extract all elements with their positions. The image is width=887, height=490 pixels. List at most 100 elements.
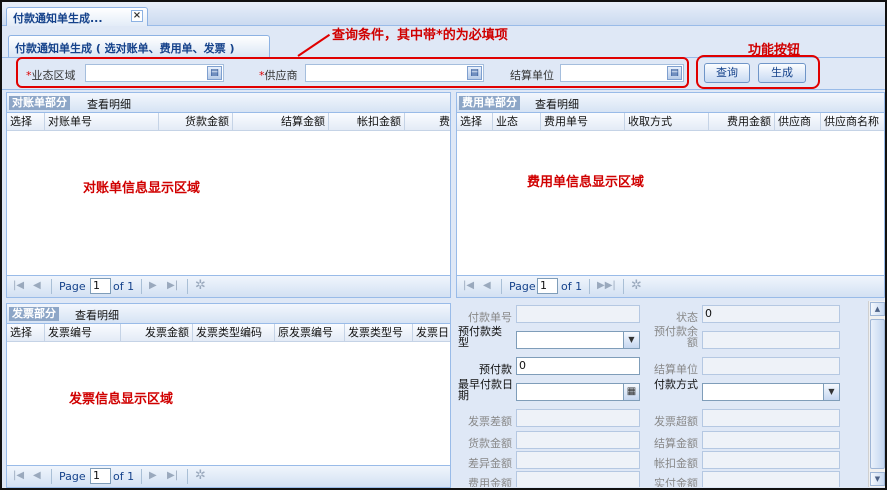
- invoice-area-label: 发票信息显示区域: [69, 392, 174, 407]
- goods-amount-label: 货款金额: [468, 437, 512, 450]
- actual-amount-field[interactable]: [702, 471, 840, 487]
- prepay-balance-label: 预付款余额: [654, 325, 698, 349]
- column-header[interactable]: 供应商名称: [821, 113, 884, 131]
- statement-panel: 对账单部分 查看明细 选择 对账单号 货款金额 结算金额 帐扣金额 费 对账单信…: [6, 92, 451, 298]
- page-number-input[interactable]: 1: [537, 278, 558, 294]
- invoice-toolbar: 发票部分 查看明细: [7, 304, 450, 324]
- prev-page-icon[interactable]: ◀: [33, 280, 41, 291]
- scroll-thumb[interactable]: [870, 319, 885, 469]
- column-header[interactable]: 结算金额: [233, 113, 329, 131]
- settle-amount-label: 结算金额: [654, 437, 698, 450]
- column-header[interactable]: 业态: [493, 113, 541, 131]
- settle-unit-label: 结算单位: [654, 363, 698, 376]
- expense-detail-link[interactable]: 查看明细: [535, 96, 579, 112]
- close-icon[interactable]: ×: [131, 10, 143, 22]
- expense-grid-header: 选择 业态 费用单号 收取方式 费用金额 供应商 供应商名称: [457, 113, 884, 131]
- deduct-amount-label: 帐扣金额: [654, 457, 698, 470]
- page-total: of 1: [561, 280, 583, 293]
- refresh-icon[interactable]: ✲: [195, 278, 206, 293]
- expense-amount-field[interactable]: [516, 471, 640, 487]
- next-page-icon[interactable]: ▶: [149, 470, 157, 481]
- payment-no-field[interactable]: [516, 305, 640, 323]
- first-page-icon[interactable]: |◀: [463, 280, 474, 291]
- statement-pager: |◀ ◀ Page 1 of 1 ▶ ▶| ✲: [7, 275, 450, 297]
- prev-page-icon[interactable]: ◀: [483, 280, 491, 291]
- column-header[interactable]: 供应商: [775, 113, 821, 131]
- prev-page-icon[interactable]: ◀: [33, 470, 41, 481]
- page-number-input[interactable]: 1: [90, 468, 111, 484]
- chevron-down-icon[interactable]: ▼: [823, 384, 839, 400]
- payment-no-label: 付款单号: [468, 311, 512, 324]
- earliest-date-label: 最早付款日期: [458, 378, 513, 402]
- last-page-icon[interactable]: ▶|: [167, 280, 178, 291]
- query-panel-tab[interactable]: 付款通知单生成 ( 选对账单、费用单、发票 ): [8, 35, 270, 57]
- scroll-down-icon[interactable]: ▼: [870, 472, 885, 486]
- diff-amount-field[interactable]: [516, 451, 640, 469]
- status-field[interactable]: 0: [702, 305, 840, 323]
- statement-detail-link[interactable]: 查看明细: [87, 96, 131, 112]
- invoice-panel: 发票部分 查看明细 选择 发票编号 发票金额 发票类型编码 原发票编号 发票类型…: [6, 303, 451, 488]
- first-page-icon[interactable]: |◀: [13, 470, 24, 481]
- expense-amount-label: 费用金额: [468, 477, 512, 487]
- annotation-arrow: [297, 33, 331, 57]
- prepay-balance-field[interactable]: [702, 331, 840, 349]
- calendar-icon[interactable]: ▦: [623, 384, 639, 400]
- first-page-icon[interactable]: |◀: [13, 280, 24, 291]
- column-header[interactable]: 选择: [7, 113, 45, 131]
- tab-payment-notice[interactable]: 付款通知单生成... ×: [6, 7, 148, 26]
- chevron-down-icon[interactable]: ▼: [623, 332, 639, 348]
- expense-pager: |◀ ◀ Page 1 of 1 ▶▶| ✲: [457, 275, 884, 297]
- expense-panel-title: 费用单部分: [459, 96, 520, 110]
- refresh-icon[interactable]: ✲: [195, 468, 206, 483]
- column-header[interactable]: 选择: [7, 324, 45, 342]
- goods-amount-field[interactable]: [516, 431, 640, 449]
- page-number-input[interactable]: 1: [90, 278, 111, 294]
- invoice-over-field[interactable]: [702, 409, 840, 427]
- expense-toolbar: 费用单部分 查看明细: [457, 93, 884, 113]
- settle-amount-field[interactable]: [702, 431, 840, 449]
- column-header[interactable]: 费: [405, 113, 450, 131]
- prepay-type-select[interactable]: ▼: [516, 331, 640, 349]
- column-header[interactable]: 发票金额: [121, 324, 193, 342]
- next-page-icon[interactable]: ▶▶|: [597, 280, 616, 291]
- tab-label: 付款通知单生成...: [13, 12, 103, 25]
- invoice-detail-link[interactable]: 查看明细: [75, 307, 119, 323]
- button-highlight-box: [696, 55, 820, 89]
- expense-panel: 费用单部分 查看明细 选择 业态 费用单号 收取方式 费用金额 供应商 供应商名…: [456, 92, 885, 298]
- column-header[interactable]: 发票编号: [45, 324, 121, 342]
- diff-amount-label: 差异金额: [468, 457, 512, 470]
- column-header[interactable]: 费用单号: [541, 113, 625, 131]
- page-total: of 1: [113, 280, 135, 293]
- column-header[interactable]: 收取方式: [625, 113, 709, 131]
- column-header[interactable]: 对账单号: [45, 113, 159, 131]
- page-label: Page: [59, 280, 86, 293]
- column-header[interactable]: 货款金额: [159, 113, 233, 131]
- earliest-date-field[interactable]: ▦: [516, 383, 640, 401]
- scroll-up-icon[interactable]: ▲: [870, 302, 885, 316]
- column-header[interactable]: 发票类型编码: [193, 324, 275, 342]
- settle-unit-field[interactable]: [702, 357, 840, 375]
- invoice-diff-field[interactable]: [516, 409, 640, 427]
- column-header[interactable]: 选择: [457, 113, 493, 131]
- column-header[interactable]: 费用金额: [709, 113, 775, 131]
- last-page-icon[interactable]: ▶|: [167, 470, 178, 481]
- refresh-icon[interactable]: ✲: [631, 278, 642, 293]
- form-scrollbar[interactable]: ▲ ▼: [868, 301, 885, 487]
- tab-strip: 付款通知单生成... ×: [2, 2, 885, 26]
- column-header[interactable]: 原发票编号: [275, 324, 345, 342]
- query-highlight-box: [16, 57, 689, 88]
- invoice-diff-label: 发票差额: [468, 415, 512, 428]
- next-page-icon[interactable]: ▶: [149, 280, 157, 291]
- expense-area-label: 费用单信息显示区域: [527, 175, 645, 190]
- column-header[interactable]: 发票日: [413, 324, 450, 342]
- actual-amount-label: 实付金额: [654, 477, 698, 487]
- query-annotation: 查询条件，其中带*的为必填项: [332, 28, 508, 43]
- prepay-field[interactable]: 0: [516, 357, 640, 375]
- app-frame: 付款通知单生成... × 查询条件，其中带*的为必填项 功能按钮 付款通知单生成…: [0, 0, 887, 490]
- pay-method-select[interactable]: ▼: [702, 383, 840, 401]
- column-header[interactable]: 帐扣金额: [329, 113, 405, 131]
- deduct-amount-field[interactable]: [702, 451, 840, 469]
- invoice-over-label: 发票超额: [654, 415, 698, 428]
- query-panel-title: 付款通知单生成 ( 选对账单、费用单、发票 ): [15, 42, 235, 55]
- column-header[interactable]: 发票类型号: [345, 324, 413, 342]
